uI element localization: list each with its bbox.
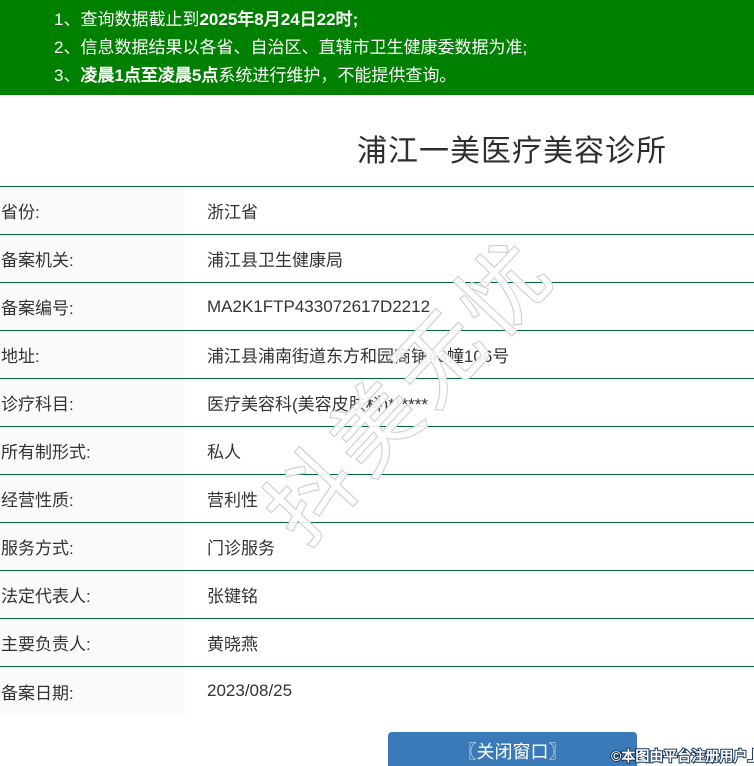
row-value: 浦江县卫生健康局 [185,235,754,282]
row-value: 私人 [185,427,754,474]
row-value: 医疗美容科(美容皮肤科)****** [185,379,754,426]
row-label: 备案日期: [0,667,185,715]
row-value: 张键铭 [185,571,754,618]
clinic-info-table: 省份: 浙江省 备案机关: 浦江县卫生健康局 备案编号: MA2K1FTP433… [0,186,754,715]
notice-line-2: 2、信息数据结果以各省、自治区、直辖市卫生健康委数据为准; [54,34,754,62]
table-row: 法定代表人: 张键铭 [0,571,754,619]
notice-text: ; [353,10,359,29]
row-label: 省份: [0,187,185,234]
copyright-stamp: ©本图由平台注册用户上传 [611,746,754,766]
table-row: 地址: 浦江县浦南街道东方和园商铺43幢106号 [0,331,754,379]
row-value: 营利性 [185,475,754,522]
row-label: 服务方式: [0,523,185,570]
notice-banner: 1、查询数据截止到2025年8月24日22时; 2、信息数据结果以各省、自治区、… [0,0,754,95]
table-row: 诊疗科目: 医疗美容科(美容皮肤科)****** [0,379,754,427]
notice-text: 查询数据截止到 [80,10,199,29]
row-value: 浦江县浦南街道东方和园商铺43幢106号 [185,331,754,378]
table-row: 经营性质: 营利性 [0,475,754,523]
row-label: 地址: [0,331,185,378]
row-label: 诊疗科目: [0,379,185,426]
row-label: 主要负责人: [0,619,185,666]
table-row: 备案机关: 浦江县卫生健康局 [0,235,754,283]
notice-text-bold: 2025年8月24日22时 [199,10,352,29]
row-label: 所有制形式: [0,427,185,474]
notice-number: 2、 [54,38,80,57]
row-value: 浙江省 [185,187,754,234]
row-value: 门诊服务 [185,523,754,570]
table-row: 所有制形式: 私人 [0,427,754,475]
close-window-button[interactable]: 〖关闭窗口〗 [388,732,637,766]
page-title: 浦江一美医疗美容诊所 [270,126,754,170]
table-row: 备案编号: MA2K1FTP433072617D2212 [0,283,754,331]
query-result-page: 1、查询数据截止到2025年8月24日22时; 2、信息数据结果以各省、自治区、… [0,0,754,766]
row-label: 法定代表人: [0,571,185,618]
notice-number: 3、 [54,66,80,85]
notice-text: 信息数据结果以各省、自治区、直辖市卫生健康委数据为准; [80,38,527,57]
notice-text-bold: 凌晨1点至凌晨5点 [80,66,218,85]
table-row: 省份: 浙江省 [0,187,754,235]
notice-text: 系统进行维护，不能提供查询。 [218,66,456,85]
row-label: 备案机关: [0,235,185,282]
table-row: 备案日期: 2023/08/25 [0,667,754,715]
row-label: 备案编号: [0,283,185,330]
row-value: 2023/08/25 [185,667,754,715]
row-label: 经营性质: [0,475,185,522]
table-row: 主要负责人: 黄晓燕 [0,619,754,667]
notice-line-1: 1、查询数据截止到2025年8月24日22时; [54,6,754,34]
notice-number: 1、 [54,10,80,29]
row-value: MA2K1FTP433072617D2212 [185,283,754,330]
notice-line-3: 3、凌晨1点至凌晨5点系统进行维护，不能提供查询。 [54,62,754,90]
row-value: 黄晓燕 [185,619,754,666]
table-row: 服务方式: 门诊服务 [0,523,754,571]
